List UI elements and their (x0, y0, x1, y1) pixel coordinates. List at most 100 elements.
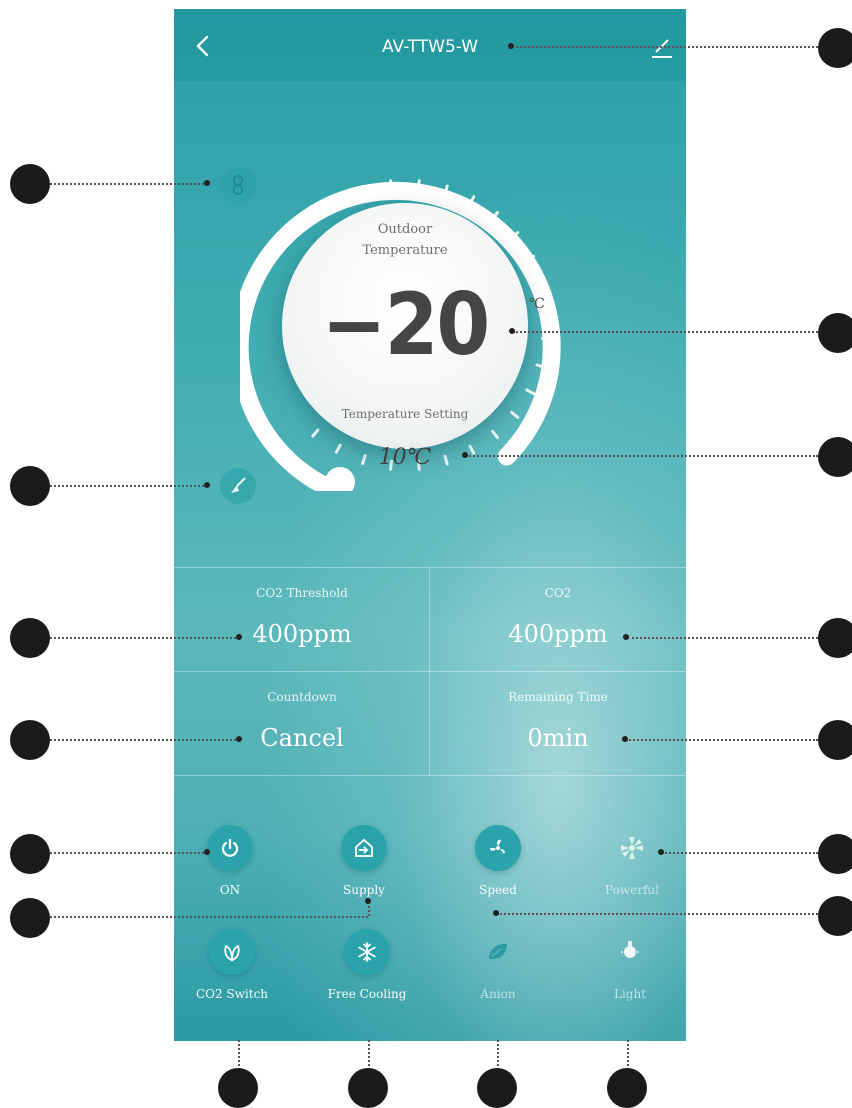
co2-label: CO2 (544, 586, 572, 600)
callout-leader-end (658, 849, 664, 855)
callout-leader-end (204, 849, 210, 855)
callout-leader-end (204, 180, 210, 186)
light-label: Light (613, 987, 647, 1001)
dial-tick (491, 429, 499, 439)
remaining-time-value: 0min (527, 724, 589, 752)
callout-leader-end (204, 482, 210, 488)
chevron-left-icon[interactable] (192, 31, 216, 61)
remaining-time-cell: Remaining Time 0min (430, 672, 686, 776)
header-bar: AV-TTW5-W (174, 9, 686, 81)
callout-leader (513, 331, 818, 333)
speed-button[interactable]: Speed (442, 825, 552, 905)
powerful-label: Powerful (605, 883, 659, 897)
callout-marker (818, 834, 852, 874)
countdown-value: Cancel (260, 724, 344, 752)
callout-leader (662, 852, 818, 854)
anion-leaf-icon (475, 929, 521, 975)
info-grid: CO2 Threshold 400ppm CO2 400ppm Countdow… (174, 567, 686, 776)
callout-leader (50, 739, 240, 741)
callout-marker (10, 898, 50, 938)
callout-marker (818, 28, 852, 68)
callout-marker (348, 1068, 388, 1108)
callout-leader-end (493, 910, 499, 916)
outdoor-temperature-value: −20 (321, 275, 491, 375)
callout-leader (50, 852, 208, 854)
callout-leader (50, 637, 240, 639)
callout-leader (627, 637, 818, 639)
dial-tick (525, 388, 536, 396)
dial-tick (389, 179, 393, 191)
temperature-unit: ℃ (529, 296, 545, 312)
supply-button[interactable]: Supply (308, 825, 418, 905)
supply-label: Supply (343, 883, 385, 897)
powerful-button[interactable]: Powerful (576, 825, 686, 905)
callout-leader (627, 1040, 629, 1070)
dial-tick (540, 337, 552, 341)
anion-button[interactable]: Anion (442, 929, 552, 1009)
light-button[interactable]: Light (574, 929, 684, 1009)
callout-leader (50, 485, 208, 487)
callout-leader (238, 1040, 240, 1070)
callout-marker (818, 437, 852, 477)
speed-label: Speed (479, 883, 517, 897)
countdown-label: Countdown (267, 690, 337, 704)
callout-marker (607, 1068, 647, 1108)
callout-leader (497, 1040, 499, 1070)
fan-icon (475, 825, 521, 871)
dial-handle[interactable] (325, 467, 355, 491)
free-cooling-button[interactable]: Free Cooling (311, 929, 421, 1009)
callout-marker (10, 834, 50, 874)
dial-tick (311, 428, 320, 438)
callout-leader-end (365, 898, 371, 904)
callout-leader (368, 1040, 370, 1070)
power-label: ON (219, 883, 241, 897)
countdown-cell[interactable]: Countdown Cancel (174, 672, 430, 776)
callout-leader (512, 46, 818, 48)
callout-marker (818, 313, 852, 353)
callout-leader (466, 455, 818, 457)
remaining-time-label: Remaining Time (508, 690, 608, 704)
co2-threshold-value: 400ppm (252, 620, 352, 648)
callout-marker (477, 1068, 517, 1108)
co2-switch-button[interactable]: CO2 Switch (176, 929, 286, 1009)
callout-leader (626, 739, 818, 741)
callout-leader-end (236, 634, 242, 640)
anion-label: Anion (480, 987, 516, 1001)
callout-marker (818, 896, 852, 936)
callout-leader-end (508, 43, 514, 49)
callout-leader (497, 913, 818, 915)
callout-marker (818, 618, 852, 658)
callout-leader-end (623, 634, 629, 640)
callout-marker (218, 1068, 258, 1108)
co2-switch-label: CO2 Switch (195, 987, 269, 1001)
callout-leader-end (236, 736, 242, 742)
turbo-icon (609, 825, 655, 871)
free-cooling-label: Free Cooling (327, 987, 407, 1001)
co2-threshold-cell[interactable]: CO2 Threshold 400ppm (174, 568, 430, 672)
dial-tick (417, 179, 421, 191)
co2-threshold-label: CO2 Threshold (256, 586, 348, 600)
callout-leader-end (622, 736, 628, 742)
co2-value: 400ppm (508, 620, 608, 648)
leaf-icon (209, 929, 255, 975)
callout-marker (10, 618, 50, 658)
supply-icon (341, 825, 387, 871)
callout-marker (10, 466, 50, 506)
temperature-setting-value[interactable]: 10℃ (282, 445, 528, 470)
snowflake-icon (344, 929, 390, 975)
callout-marker (10, 720, 50, 760)
bulb-icon (607, 929, 653, 975)
co2-cell: CO2 400ppm (430, 568, 686, 672)
dial-tick (443, 184, 449, 196)
callout-leader (50, 183, 208, 185)
power-button[interactable]: ON (174, 825, 284, 905)
callout-leader (368, 902, 370, 916)
app-screen: AV-TTW5-W Outdoor Temperature −20 ℃ Temp… (174, 9, 686, 1041)
callout-marker (818, 720, 852, 760)
callout-leader (50, 916, 368, 918)
callout-leader-end (509, 328, 515, 334)
temperature-setting-label: Temperature Setting (341, 407, 469, 421)
callout-marker (10, 164, 50, 204)
outdoor-temperature-label: Outdoor Temperature (362, 222, 448, 258)
power-icon (207, 825, 253, 871)
